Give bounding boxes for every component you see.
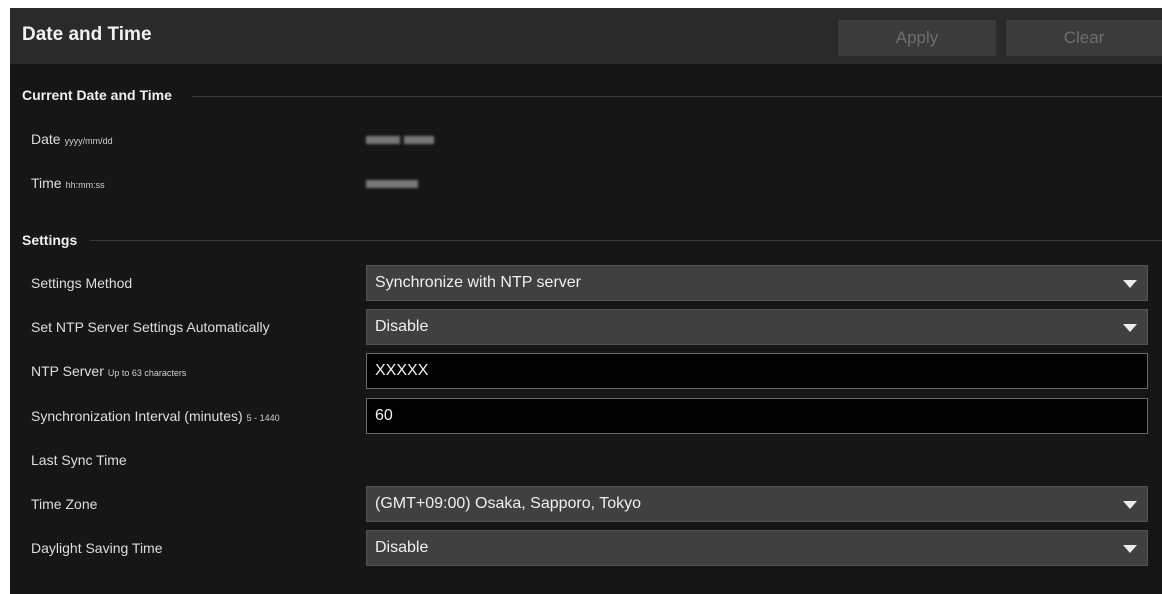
ntp-server-label: NTP Server Up to 63 characters	[31, 363, 186, 379]
date-label-text: Date	[31, 131, 61, 147]
dst-select[interactable]: Disable	[366, 530, 1148, 566]
settings-method-select[interactable]: Synchronize with NTP server	[366, 265, 1148, 301]
time-zone-label: Time Zone	[31, 496, 98, 512]
chevron-down-icon	[1123, 501, 1137, 509]
ntp-server-hint: Up to 63 characters	[107, 368, 187, 378]
settings-section-title: Settings	[22, 232, 78, 248]
title-bar: Date and Time Apply Clear	[10, 8, 1162, 64]
date-value-redacted-2	[404, 136, 434, 144]
sync-interval-label: Synchronization Interval (minutes) 5 - 14…	[31, 408, 280, 424]
date-label: Date yyyy/mm/dd	[31, 131, 113, 147]
ntp-server-input[interactable]: XXXXX	[366, 353, 1148, 389]
settings-method-value: Synchronize with NTP server	[375, 274, 581, 291]
auto-ntp-select[interactable]: Disable	[366, 309, 1148, 345]
time-label-text: Time	[31, 175, 62, 191]
settings-method-label: Settings Method	[31, 275, 133, 291]
chevron-down-icon	[1123, 545, 1137, 553]
last-sync-time-label: Last Sync Time	[31, 452, 127, 468]
time-label: Time hh:mm:ss	[31, 175, 105, 191]
page-title: Date and Time	[22, 24, 152, 45]
chevron-down-icon	[1123, 324, 1137, 332]
date-format-hint: yyyy/mm/dd	[64, 136, 113, 146]
dst-value: Disable	[375, 539, 429, 556]
current-section-title: Current Date and Time	[22, 87, 172, 103]
time-zone-value: (GMT+09:00) Osaka, Sapporo, Tokyo	[375, 495, 642, 512]
sync-interval-hint: 5 - 1440	[246, 413, 280, 423]
sync-interval-input[interactable]: 60	[366, 398, 1148, 434]
current-section-divider	[192, 96, 1162, 97]
time-format-hint: hh:mm:ss	[65, 180, 105, 190]
apply-button[interactable]: Apply	[838, 20, 996, 56]
time-zone-select[interactable]: (GMT+09:00) Osaka, Sapporo, Tokyo	[366, 486, 1148, 522]
chevron-down-icon	[1123, 280, 1137, 288]
clear-button[interactable]: Clear	[1006, 20, 1162, 56]
date-value-redacted	[366, 136, 400, 144]
ntp-server-label-text: NTP Server	[31, 363, 104, 379]
date-time-panel: Date and Time Apply Clear Current Date a…	[10, 8, 1162, 594]
dst-label: Daylight Saving Time	[31, 540, 163, 556]
settings-section-divider	[90, 240, 1162, 241]
auto-ntp-value: Disable	[375, 318, 429, 335]
sync-interval-label-text: Synchronization Interval (minutes)	[31, 408, 243, 424]
sync-interval-value: 60	[375, 407, 393, 424]
ntp-server-value: XXXXX	[375, 362, 429, 379]
time-value-redacted	[366, 180, 418, 188]
auto-ntp-label: Set NTP Server Settings Automatically	[31, 319, 270, 335]
